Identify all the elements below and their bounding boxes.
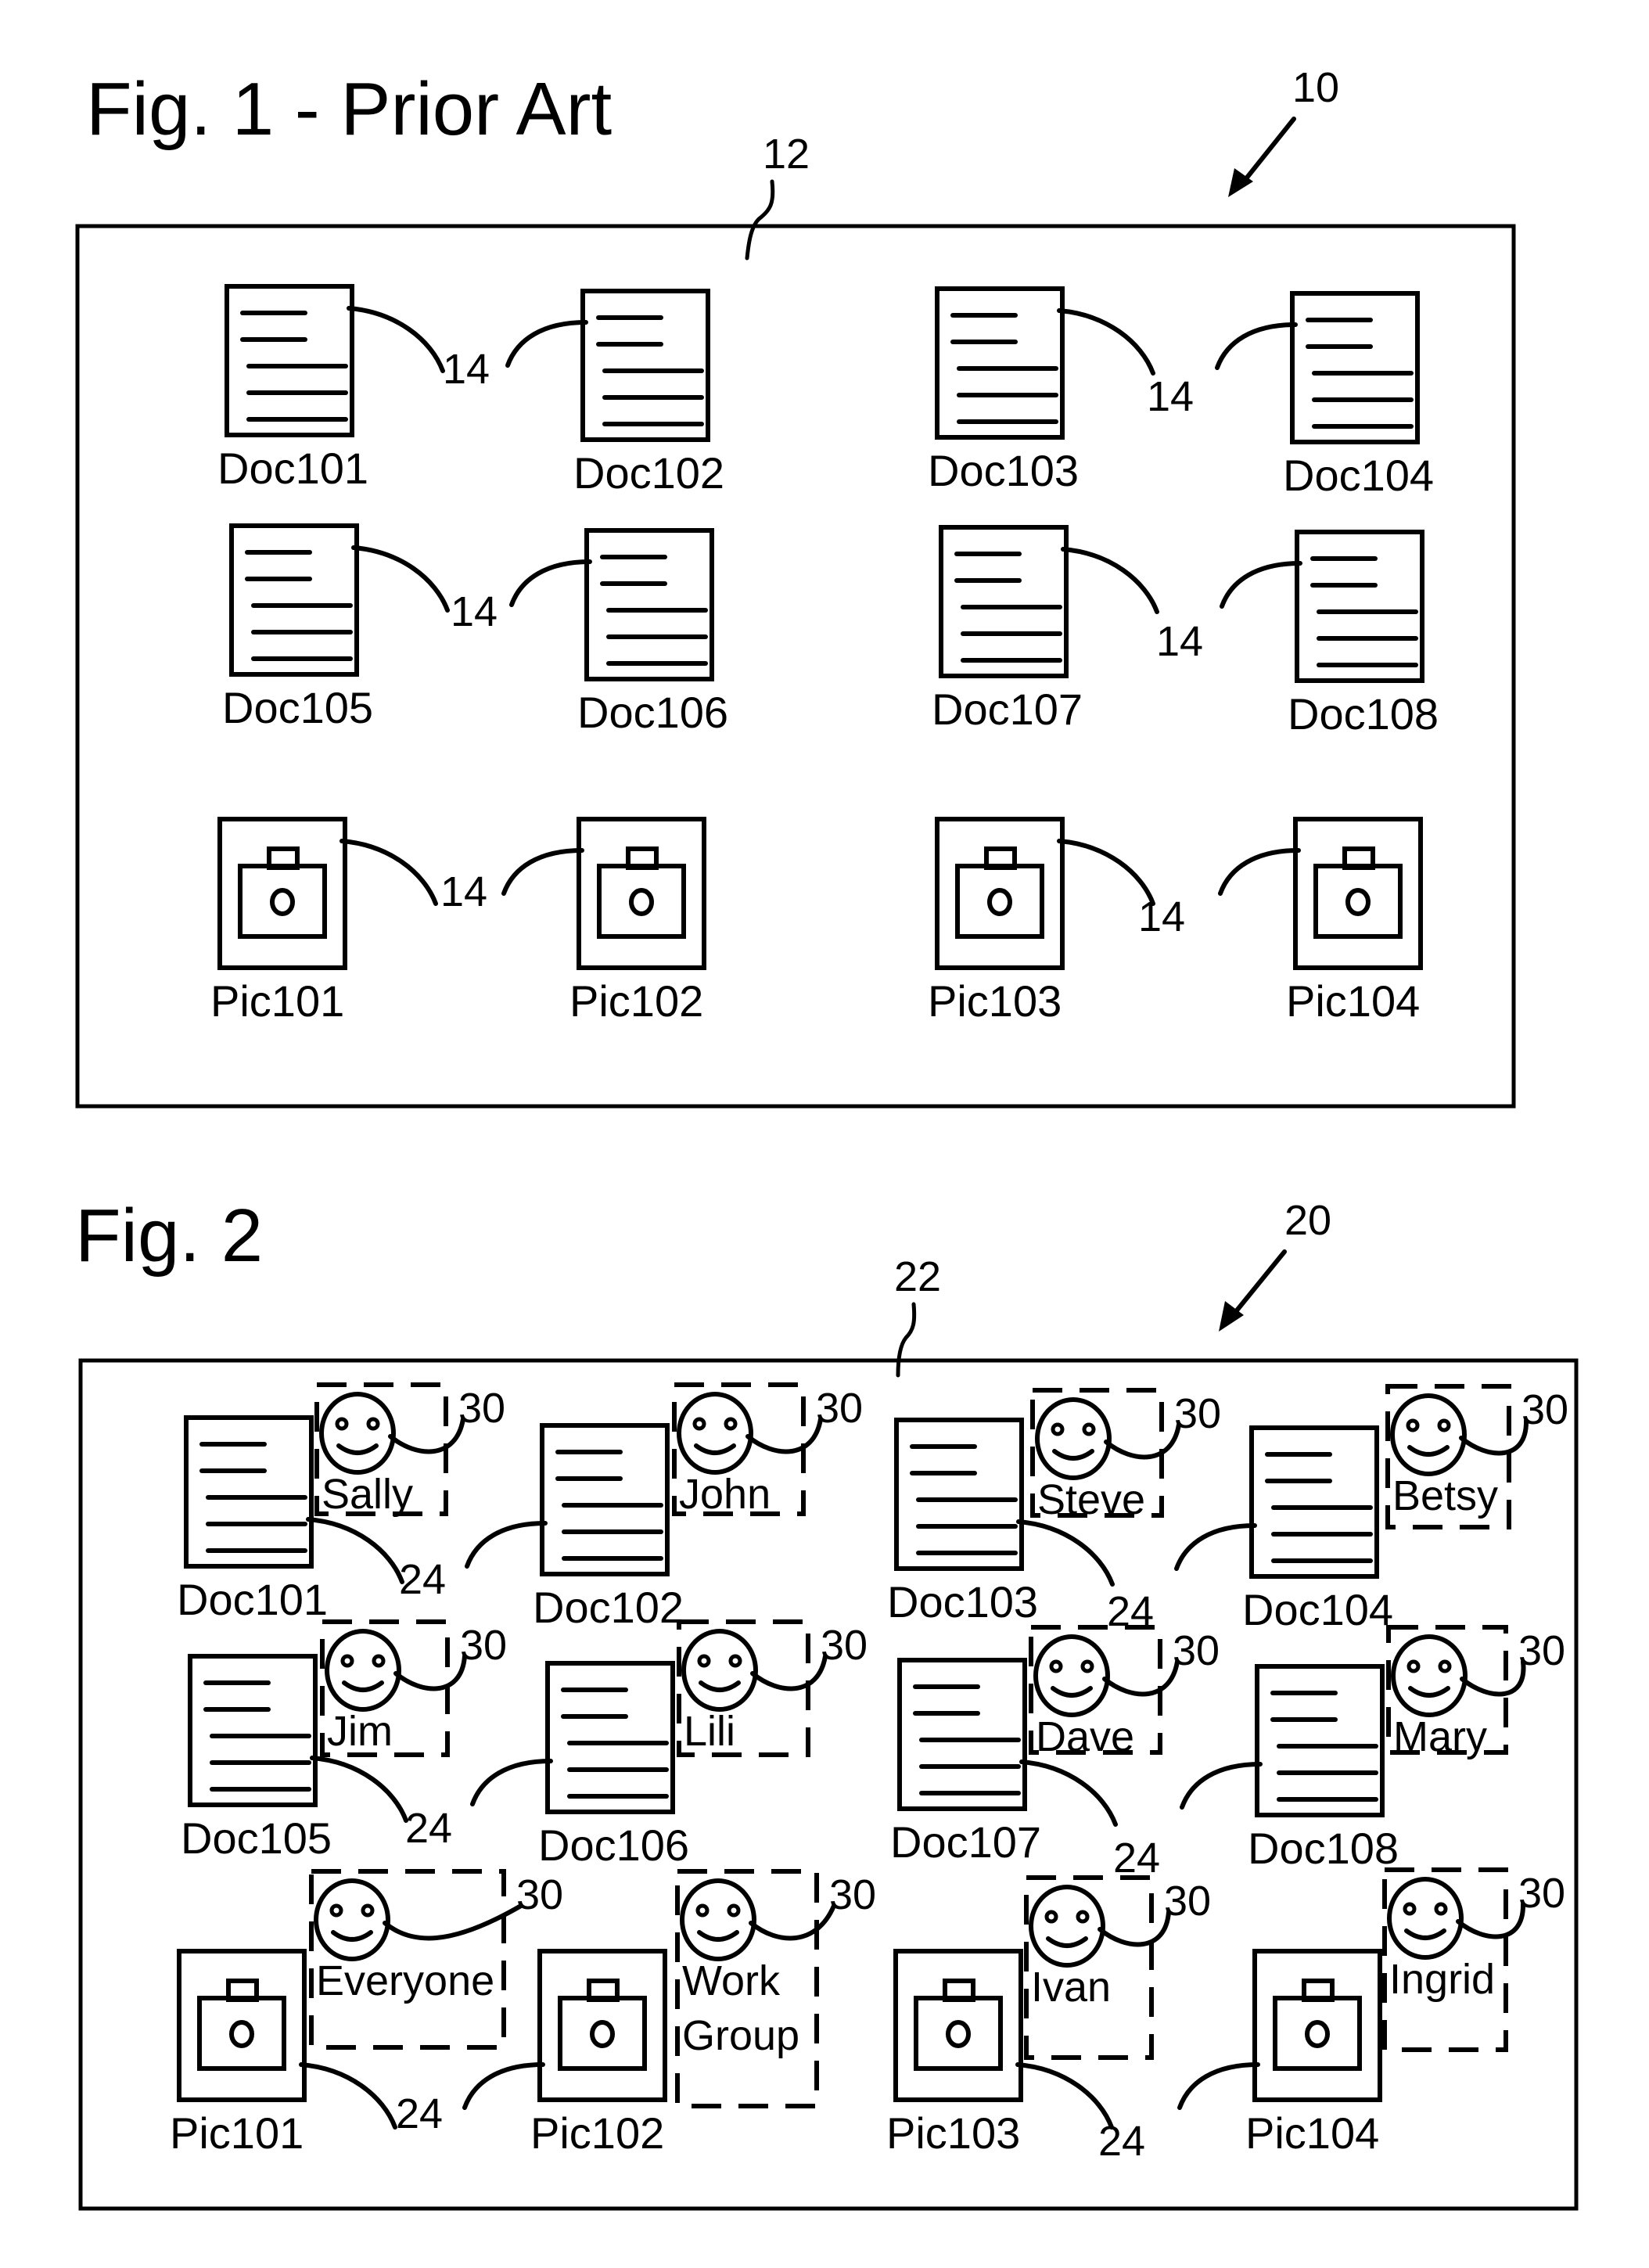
owner-ref-label: 30	[458, 1385, 505, 1432]
link-ref-label: 24	[405, 1805, 452, 1852]
file-label: Doc104	[1242, 1585, 1393, 1634]
owner-name: Group	[682, 2012, 799, 2059]
link-ref-label: 24	[1107, 1588, 1154, 1635]
file-label: Doc101	[177, 1575, 328, 1624]
owner-name: Dave	[1036, 1713, 1134, 1760]
file-label: Doc103	[928, 446, 1079, 495]
owner-name: Steve	[1037, 1476, 1145, 1523]
file-label: Doc108	[1248, 1824, 1399, 1873]
owner-name: Jim	[327, 1708, 393, 1755]
owner-ref-label: 30	[460, 1622, 507, 1669]
owner-ref-label: 30	[816, 1385, 863, 1432]
owner-name: Everyone	[316, 1957, 494, 2004]
link-ref-label: 24	[1113, 1835, 1160, 1882]
file-label: Doc106	[577, 688, 728, 737]
owner-name: Work	[682, 1957, 781, 2004]
link-ref-label: 14	[440, 868, 487, 915]
owner-name: Betsy	[1392, 1472, 1498, 1519]
owner-name: Mary	[1393, 1713, 1487, 1760]
file-label: Doc101	[217, 444, 368, 493]
file-label: Pic104	[1245, 2108, 1379, 2158]
owner-ref-label: 30	[829, 1871, 876, 1918]
figure-1-title: Fig. 1 - Prior Art	[86, 67, 612, 151]
file-label: Doc104	[1283, 451, 1434, 500]
file-label: Pic103	[928, 976, 1062, 1026]
file-label: Doc105	[181, 1813, 332, 1863]
owner-ref-label: 30	[1518, 1627, 1565, 1674]
link-ref-label: 14	[451, 588, 498, 635]
owner-ref-label: 30	[1174, 1390, 1221, 1437]
link-ref-label: 14	[1147, 373, 1194, 420]
file-label: Doc106	[538, 1821, 689, 1870]
owner-name: John	[679, 1471, 771, 1518]
file-label: Doc107	[932, 685, 1083, 734]
owner-name: Sally	[322, 1471, 413, 1518]
owner-name: Lili	[684, 1708, 735, 1755]
owner-ref-label: 30	[1518, 1870, 1565, 1917]
figure-1-system-ref: 10	[1292, 64, 1339, 111]
link-ref-label: 24	[1098, 2118, 1145, 2165]
file-label: Pic104	[1286, 976, 1420, 1026]
file-label: Doc102	[573, 448, 724, 498]
figure-2-system-ref: 20	[1284, 1197, 1331, 1244]
file-label: Pic102	[530, 2108, 664, 2158]
figure-2-title: Fig. 2	[75, 1194, 263, 1278]
file-label: Pic101	[170, 2108, 304, 2158]
owner-ref-label: 30	[1521, 1386, 1568, 1433]
owner-ref-label: 30	[1173, 1627, 1220, 1674]
file-label: Doc107	[890, 1817, 1041, 1867]
owner-ref-label: 30	[516, 1871, 563, 1918]
file-label: Pic101	[210, 976, 344, 1026]
link-ref-label: 24	[399, 1556, 446, 1603]
file-label: Doc105	[222, 683, 373, 732]
figure-2-area-ref: 22	[894, 1253, 941, 1300]
patent-figure-sheet: Fig. 1 - Prior Art 10 12 Doc101 Doc102 Doc…	[0, 0, 1649, 2268]
figure-1-area-ref: 12	[763, 131, 810, 178]
file-label: Doc102	[533, 1583, 684, 1632]
owner-ref-label: 30	[821, 1622, 868, 1669]
link-ref-label: 14	[443, 346, 490, 393]
link-ref-label: 24	[396, 2090, 443, 2137]
owner-ref-label: 30	[1164, 1878, 1211, 1925]
owner-name: Ivan	[1031, 1964, 1111, 2011]
file-label: Pic103	[886, 2108, 1020, 2158]
file-label: Doc103	[887, 1577, 1038, 1626]
link-ref-label: 14	[1138, 893, 1185, 940]
link-ref-label: 14	[1156, 618, 1203, 665]
owner-name: Ingrid	[1389, 1956, 1495, 2003]
file-label: Pic102	[569, 976, 703, 1026]
file-label: Doc108	[1288, 689, 1439, 739]
